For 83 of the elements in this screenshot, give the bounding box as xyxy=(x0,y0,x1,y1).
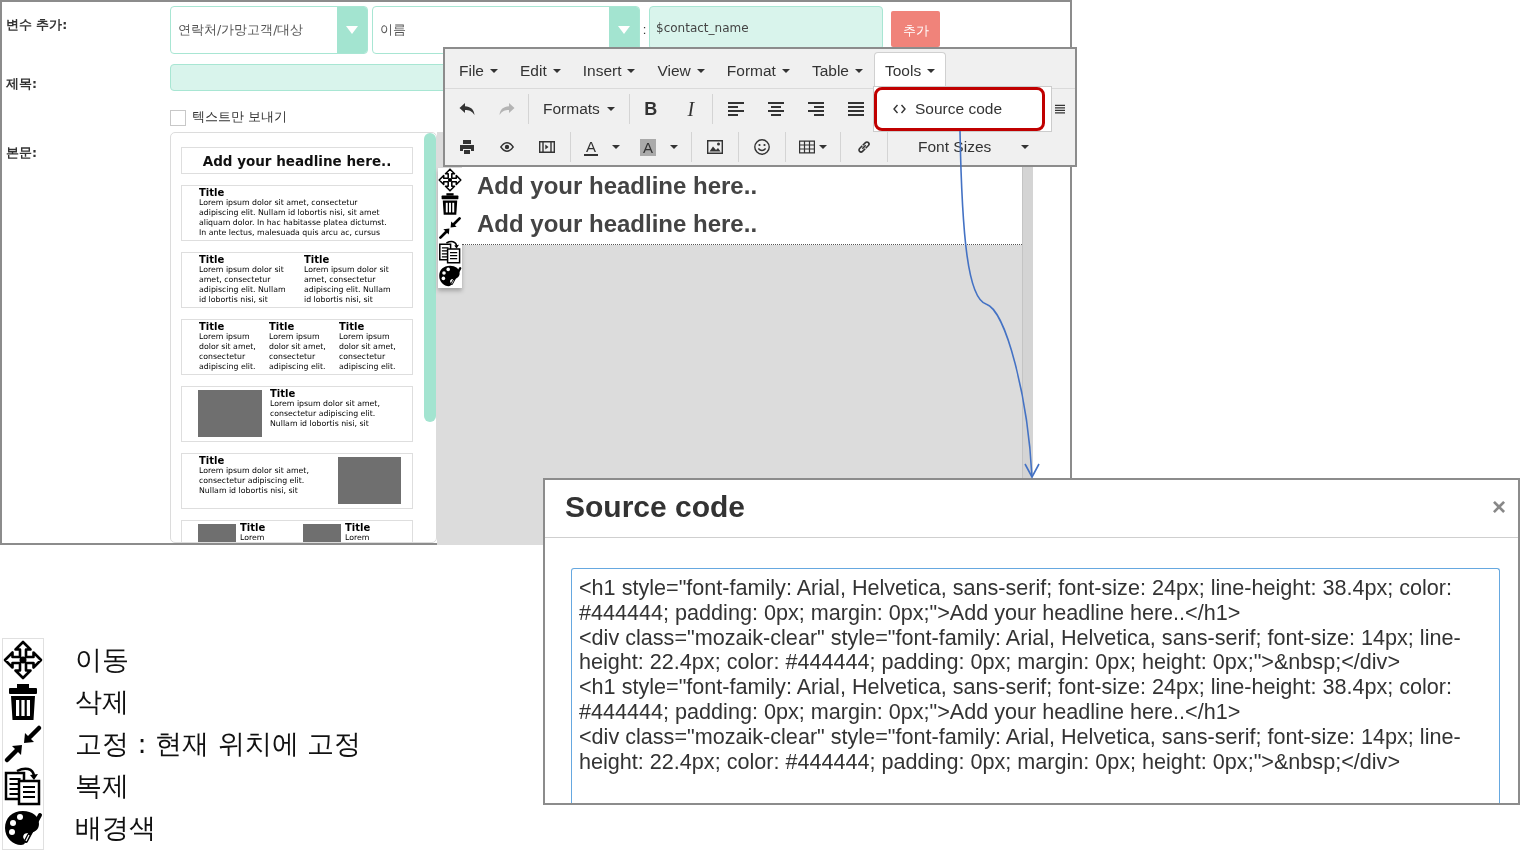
image-placeholder xyxy=(198,524,236,542)
background-color-button[interactable]: A xyxy=(630,132,689,162)
copy-icon[interactable] xyxy=(438,240,462,264)
menu-item[interactable]: Format xyxy=(715,52,801,89)
image-placeholder xyxy=(338,457,401,504)
caret-icon xyxy=(612,145,620,149)
template-title: Title xyxy=(199,321,226,332)
palette-icon xyxy=(3,808,43,848)
smiley-icon xyxy=(754,139,771,155)
template-title: Title xyxy=(345,522,371,533)
copy-icon xyxy=(3,766,43,806)
palette-icon[interactable] xyxy=(438,264,462,288)
menu-item[interactable]: File xyxy=(448,52,509,89)
table-icon xyxy=(799,139,816,155)
legend-label: 복제 xyxy=(75,769,130,803)
formats-dropdown[interactable]: Formats xyxy=(530,94,628,124)
inward-arrows-icon xyxy=(3,724,43,764)
eye-icon xyxy=(499,139,515,155)
undo-icon xyxy=(459,101,475,117)
template-title: Title xyxy=(240,522,266,533)
image-placeholder xyxy=(303,524,341,542)
caret-icon xyxy=(627,69,636,73)
checkbox-label: 텍스트만 보내기 xyxy=(192,109,287,126)
align-left-icon xyxy=(727,101,744,117)
caret-icon xyxy=(781,69,790,73)
caret-icon xyxy=(1021,145,1030,149)
legend-label: 고정 : 현재 위치에 고정 xyxy=(75,727,362,761)
field-label: 제목: xyxy=(6,76,37,91)
template-title: Title xyxy=(199,187,226,198)
field-select[interactable]: 이름 xyxy=(372,6,640,54)
printer-icon xyxy=(459,139,475,155)
template-title: Title xyxy=(269,321,296,332)
caret-icon xyxy=(346,26,358,34)
caret-icon xyxy=(490,69,498,73)
legend-label: 배경색 xyxy=(75,811,157,845)
field-label: 변수 추가: xyxy=(6,17,68,32)
menu-item[interactable]: Insert xyxy=(571,52,647,89)
inward-arrows-icon[interactable] xyxy=(438,216,462,240)
align-center-icon xyxy=(767,101,784,117)
bold-button[interactable]: B xyxy=(630,94,671,124)
caret-icon xyxy=(696,69,705,73)
move-arrows-icon[interactable] xyxy=(438,168,462,192)
template-title: Title xyxy=(270,388,297,399)
move-arrows-icon xyxy=(3,640,43,680)
justify-icon xyxy=(847,101,864,117)
template-title: Title xyxy=(199,254,226,265)
menu-item[interactable]: Edit xyxy=(509,52,572,89)
close-button[interactable]: × xyxy=(1492,494,1506,519)
source-code-textarea[interactable]: <h1 style="font-family: Arial, Helvetica, sans-serif; font-size: 24px; line-height: 38.4px; color: #444444; padding: 0px; margin: 0px;">Add your headline here..</h1> <div class="mozaik-clear" style="font-family: Arial, Helvetica, sans-serif; font-size: 14px; line-height: 22.4px; color: #444444; padding: 0px; margin: 0px; height: 0px;">&nbsp;</div> <h1 style="font-family: Arial, Helvetica, sans-serif; font-size: 24px; line-height: 38.4px; color: #444444; padding: 0px; margin: 0px;">Add your headline here..</h1> <div class="mozaik-clear" style="font-family: Arial, Helvetica, sans-serif; font-size: 14px; line-height: 22.4px; color: #444444; padding: 0px; margin: 0px; height: 0px;">&nbsp;</div> xyxy=(571,568,1500,803)
italic-button[interactable]: I xyxy=(670,94,711,124)
headline-template[interactable]: Add your headline here.. xyxy=(181,147,413,174)
category-select[interactable]: 연락처/가망고객/대상 xyxy=(170,6,368,54)
scrollbar[interactable] xyxy=(424,133,436,422)
film-icon xyxy=(539,139,555,155)
menu-item[interactable]: View xyxy=(646,52,716,89)
source-code-menu-item[interactable]: Source code xyxy=(877,90,1003,128)
text-color-button[interactable]: A xyxy=(574,132,630,162)
checkbox[interactable] xyxy=(170,109,186,126)
caret-icon xyxy=(927,69,936,73)
caret-icon xyxy=(618,26,630,34)
variable-field[interactable]: $contact_name xyxy=(649,6,883,50)
caret-icon xyxy=(552,69,561,73)
image-icon xyxy=(707,139,724,155)
template-title: Title xyxy=(199,455,226,466)
align-right-icon xyxy=(807,101,824,117)
legend-label: 이동 xyxy=(75,643,130,677)
redo-icon xyxy=(499,101,515,117)
field-label: 본문: xyxy=(6,145,37,160)
menu-item[interactable]: Table xyxy=(800,52,874,89)
dialog-title: Source code xyxy=(565,489,746,524)
template-title: Title xyxy=(339,321,366,332)
headline-text[interactable]: Add your headline here.. xyxy=(477,205,1022,244)
caret-icon xyxy=(670,145,679,149)
image-placeholder xyxy=(198,390,262,437)
legend-label: 삭제 xyxy=(75,685,130,719)
caret-icon xyxy=(819,145,828,149)
link-icon xyxy=(856,139,873,155)
caret-icon xyxy=(606,107,615,111)
template-title: Title xyxy=(304,254,331,265)
colon-separator: : xyxy=(641,22,648,37)
headline-text[interactable]: Add your headline here.. xyxy=(477,167,1022,206)
caret-icon xyxy=(854,69,863,73)
code-icon xyxy=(893,104,906,114)
